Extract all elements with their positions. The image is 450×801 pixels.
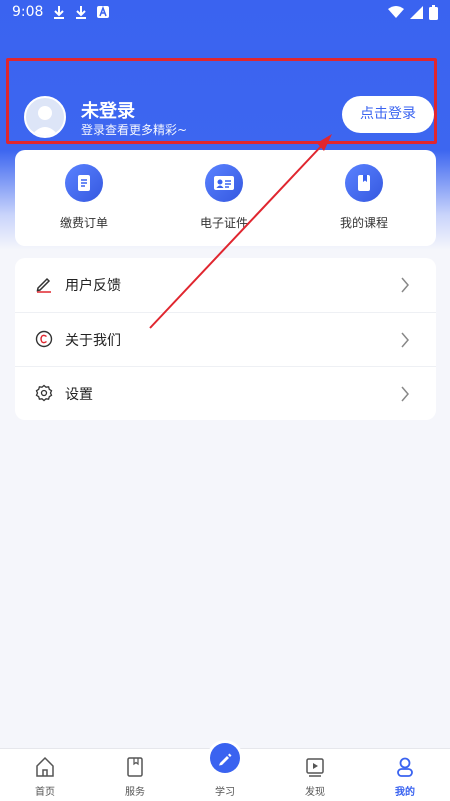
menu-item-feedback[interactable]: 用户反馈 xyxy=(15,258,436,312)
status-bar: 9:08 xyxy=(0,0,450,26)
copyright-icon xyxy=(35,330,53,348)
default-avatar-icon xyxy=(31,106,59,136)
nav-tab-service[interactable]: 服务 xyxy=(90,749,180,801)
chevron-right-icon xyxy=(401,277,409,293)
user-name: 未登录 xyxy=(81,101,135,122)
menu-item-label: 用户反馈 xyxy=(65,278,121,294)
nav-label: 发现 xyxy=(305,787,325,798)
id-card-icon xyxy=(205,164,243,202)
menu-item-settings[interactable]: 设置 xyxy=(15,366,436,420)
settings-menu: 用户反馈 关于我们 设置 xyxy=(15,258,436,420)
nav-label: 我的 xyxy=(395,787,415,798)
nav-tab-discover[interactable]: 发现 xyxy=(270,749,360,801)
video-icon xyxy=(306,758,324,777)
nav-tab-study[interactable]: 学习 xyxy=(180,743,270,801)
menu-item-label: 关于我们 xyxy=(65,333,121,349)
gear-icon xyxy=(35,384,53,402)
quick-action-label: 我的课程 xyxy=(339,216,388,230)
app-notification-icon xyxy=(97,5,109,18)
login-prompt: 登录查看更多精彩~ xyxy=(81,123,188,137)
nav-tab-home[interactable]: 首页 xyxy=(0,749,90,801)
quick-action-label: 缴费订单 xyxy=(59,216,108,230)
nav-label: 首页 xyxy=(35,787,55,798)
chevron-right-icon xyxy=(401,332,409,348)
login-button[interactable]: 点击登录 xyxy=(342,96,434,133)
quick-action-orders[interactable]: 缴费订单 xyxy=(34,164,134,231)
download-icon xyxy=(76,6,86,19)
pencil-icon xyxy=(36,277,51,293)
download-icon xyxy=(54,6,64,19)
quick-action-courses[interactable]: 我的课程 xyxy=(314,164,414,231)
signal-icon xyxy=(410,6,423,19)
nav-label: 服务 xyxy=(125,787,145,798)
menu-item-label: 设置 xyxy=(65,387,93,403)
chevron-right-icon xyxy=(401,386,409,402)
quick-action-id-card[interactable]: 电子证件 xyxy=(174,164,274,231)
status-time: 9:08 xyxy=(12,4,44,20)
avatar[interactable] xyxy=(24,96,66,138)
wifi-icon xyxy=(388,6,404,18)
nav-tab-mine[interactable]: 我的 xyxy=(360,749,450,801)
battery-icon xyxy=(429,5,438,20)
nav-label: 学习 xyxy=(215,787,235,798)
bottom-nav: 首页 服务 学习 发现 我的 xyxy=(0,743,450,801)
book-icon xyxy=(127,757,143,777)
menu-item-about[interactable]: 关于我们 xyxy=(15,312,436,367)
home-icon xyxy=(36,756,54,777)
course-book-icon xyxy=(345,164,383,202)
order-icon xyxy=(65,164,103,202)
quick-action-label: 电子证件 xyxy=(199,216,248,230)
pen-icon xyxy=(210,743,240,773)
profile-icon xyxy=(397,757,413,777)
quick-actions-card: 缴费订单 电子证件 我的课程 xyxy=(15,150,436,246)
